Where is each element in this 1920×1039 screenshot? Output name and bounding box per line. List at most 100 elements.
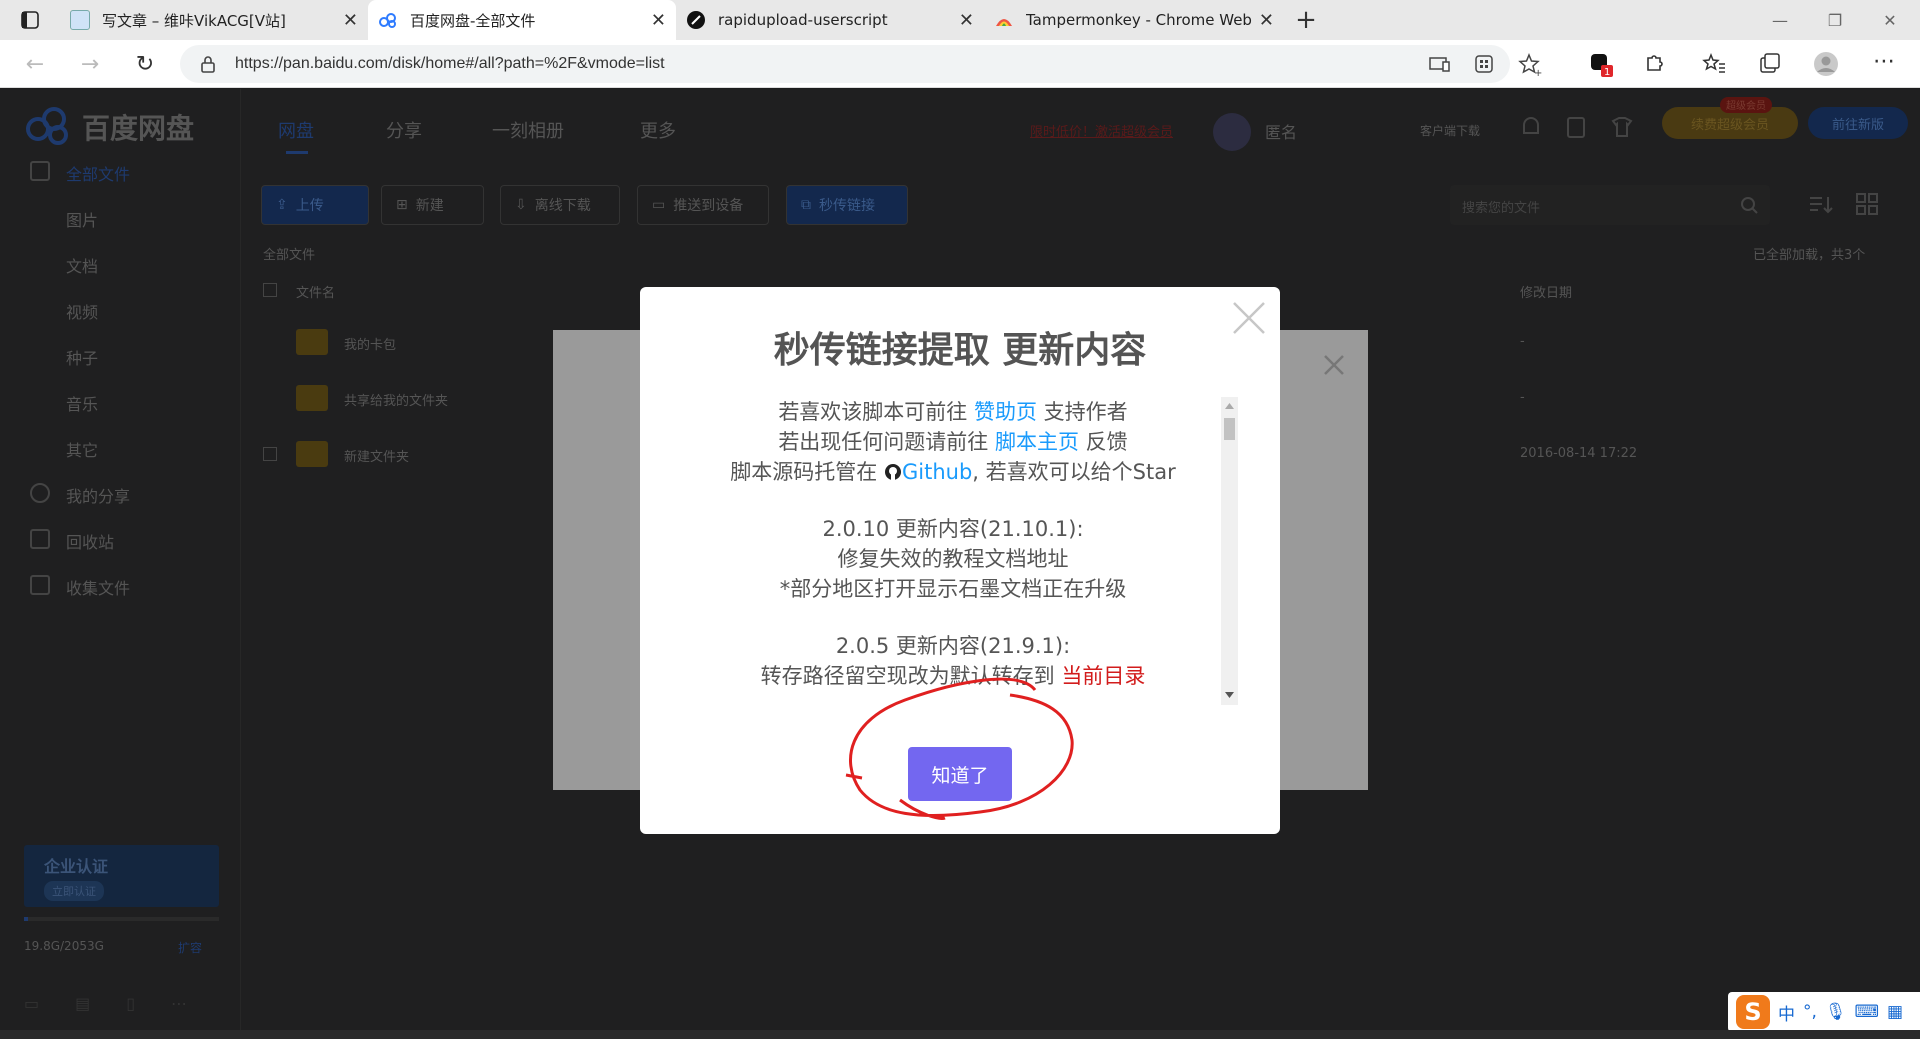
sponsor-line: 若喜欢该脚本可前往 赞助页 支持作者 xyxy=(708,397,1198,427)
back-button[interactable]: ← xyxy=(22,51,48,77)
file-name[interactable]: 我的卡包 xyxy=(344,334,396,353)
row-checkbox[interactable] xyxy=(263,447,277,461)
extensions-puzzle-icon[interactable] xyxy=(1640,50,1668,78)
add-favorite-icon[interactable]: + xyxy=(1516,50,1544,78)
avatar[interactable] xyxy=(1213,113,1251,151)
upload-button[interactable]: ⇪ 上传 xyxy=(261,185,369,225)
scroll-down-icon[interactable] xyxy=(1225,692,1234,698)
close-tab-icon[interactable]: ✕ xyxy=(959,10,974,31)
tab-vikacg[interactable]: 写文章 – 维咔VikACG[V站] ✕ xyxy=(60,0,368,40)
sidebar-footer-icons[interactable]: ▭▤▯⋯ xyxy=(24,994,219,1014)
storage-bar xyxy=(24,917,219,921)
nav-album[interactable]: 一刻相册 xyxy=(492,117,564,143)
vip-promo-link[interactable]: 限时低价！激活超级会员 xyxy=(1030,121,1173,140)
column-modified-header[interactable]: 修改日期 xyxy=(1520,282,1572,301)
push-label: 推送到设备 xyxy=(673,198,744,214)
column-name-header[interactable]: 文件名 xyxy=(296,282,335,301)
offline-download-label: 离线下载 xyxy=(534,198,591,214)
microphone-icon[interactable]: 🎙 xyxy=(1825,1002,1847,1022)
tab-tampermonkey[interactable]: Tampermonkey - Chrome Web S ✕ xyxy=(984,0,1284,40)
keyboard-icon[interactable]: ⌨ xyxy=(1855,1002,1880,1022)
forward-button[interactable]: → xyxy=(77,51,103,77)
sidebar-item-recycle-bin[interactable]: 回收站 xyxy=(66,529,114,553)
tab-title: 写文章 – 维咔VikACG[V站] xyxy=(102,11,286,30)
new-label: 新建 xyxy=(415,198,444,214)
collections-icon[interactable] xyxy=(1756,50,1784,78)
got-it-button[interactable]: 知道了 xyxy=(908,747,1012,801)
sponsor-link[interactable]: 赞助页 xyxy=(974,400,1037,424)
close-tab-icon[interactable]: ✕ xyxy=(651,10,666,31)
favorites-icon[interactable] xyxy=(1700,50,1728,78)
scroll-up-icon[interactable] xyxy=(1225,403,1234,409)
lock-icon xyxy=(201,56,215,73)
restore-button[interactable]: ❐ xyxy=(1805,0,1865,40)
sidebar-item-collect-files[interactable]: 收集文件 xyxy=(66,575,130,599)
extension-icon[interactable]: 1 xyxy=(1587,50,1615,78)
ime-punct[interactable]: °, xyxy=(1803,1002,1817,1022)
script-homepage-link[interactable]: 脚本主页 xyxy=(995,430,1079,454)
client-download-link[interactable]: 客户端下载 xyxy=(1420,122,1480,139)
nav-more[interactable]: 更多 xyxy=(640,117,676,143)
select-all-checkbox[interactable] xyxy=(263,283,277,297)
ime-mode[interactable]: 中 xyxy=(1778,1000,1795,1025)
close-tab-icon[interactable]: ✕ xyxy=(1259,10,1274,31)
folder-icon xyxy=(296,329,328,355)
rapid-link-button[interactable]: ⧉ 秒传链接 xyxy=(786,185,908,225)
enterprise-banner[interactable]: 企业认证 立即认证 xyxy=(24,845,219,907)
sidebar-item-images[interactable]: 图片 xyxy=(66,207,98,231)
clipboard-icon[interactable] xyxy=(1565,115,1587,139)
collections-grid-icon[interactable] xyxy=(1470,50,1498,78)
close-window-button[interactable]: ✕ xyxy=(1860,0,1920,40)
github-link[interactable]: Github xyxy=(902,460,972,484)
profile-avatar-icon[interactable] xyxy=(1812,50,1840,78)
username[interactable]: 匿名 xyxy=(1265,119,1297,143)
offline-download-button[interactable]: ⇩ 离线下载 xyxy=(500,185,620,225)
sidebar-item-music[interactable]: 音乐 xyxy=(66,391,98,415)
sogou-logo-icon: S xyxy=(1736,995,1770,1029)
new-folder-button[interactable]: ⊞ 新建 xyxy=(381,185,484,225)
tab-actions-icon xyxy=(21,11,39,29)
nav-netdisk[interactable]: 网盘 xyxy=(278,117,314,143)
tab-actions-button[interactable] xyxy=(0,0,60,40)
scrollbar-thumb[interactable] xyxy=(1224,418,1235,440)
content-scrollbar[interactable] xyxy=(1221,397,1238,705)
file-name[interactable]: 新建文件夹 xyxy=(344,446,409,465)
expand-storage-link[interactable]: 扩容 xyxy=(178,939,202,956)
minimize-button[interactable]: — xyxy=(1750,0,1810,40)
grid-view-icon[interactable] xyxy=(1856,193,1878,215)
notification-bell-icon[interactable] xyxy=(1520,115,1542,139)
nav-share[interactable]: 分享 xyxy=(386,117,422,143)
tab-baidu[interactable]: 百度网盘-全部文件 ✕ xyxy=(368,0,676,40)
search-placeholder: 搜索您的文件 xyxy=(1462,201,1541,216)
settings-more-icon[interactable]: ⋯ xyxy=(1870,47,1898,75)
ime-toolbar[interactable]: S 中 °, 🎙 ⌨ ▦ xyxy=(1728,992,1920,1032)
close-tab-icon[interactable]: ✕ xyxy=(343,10,358,31)
sidebar-divider xyxy=(240,89,241,1039)
push-to-device-button[interactable]: ▭ 推送到设备 xyxy=(637,185,769,225)
file-search-input[interactable]: 搜索您的文件 xyxy=(1450,185,1770,225)
search-icon[interactable] xyxy=(1740,196,1758,214)
feedback-text-end: 反馈 xyxy=(1079,430,1128,454)
new-tab-button[interactable]: + xyxy=(1284,0,1328,40)
storage-text: 19.8G/2053G xyxy=(24,939,104,953)
sidebar-item-all-files[interactable]: 全部文件 xyxy=(66,161,130,185)
reload-button[interactable]: ↻ xyxy=(132,51,158,77)
toolbox-grid-icon[interactable]: ▦ xyxy=(1887,1002,1903,1022)
file-date: - xyxy=(1520,390,1525,405)
underlying-close-icon[interactable] xyxy=(1323,354,1345,376)
file-name[interactable]: 共享给我的文件夹 xyxy=(344,390,448,409)
sidebar-item-my-shares[interactable]: 我的分享 xyxy=(66,483,130,507)
sort-icon[interactable] xyxy=(1808,193,1834,217)
app-available-icon[interactable] xyxy=(1425,50,1453,78)
changelog-item: 修复失效的教程文档地址 xyxy=(837,547,1069,571)
tshirt-icon[interactable] xyxy=(1610,115,1634,139)
tab-rapidupload[interactable]: rapidupload-userscript ✕ xyxy=(676,0,984,40)
address-bar[interactable]: https://pan.baidu.com/disk/home#/all?pat… xyxy=(180,45,1542,83)
sidebar-item-torrents[interactable]: 种子 xyxy=(66,345,98,369)
new-version-button[interactable]: 前往新版 xyxy=(1808,107,1908,139)
folder-icon xyxy=(296,441,328,467)
sidebar-item-docs[interactable]: 文档 xyxy=(66,253,98,277)
sidebar-item-other[interactable]: 其它 xyxy=(66,437,98,461)
sidebar-item-videos[interactable]: 视频 xyxy=(66,299,98,323)
tab-title: Tampermonkey - Chrome Web S xyxy=(1026,11,1253,29)
